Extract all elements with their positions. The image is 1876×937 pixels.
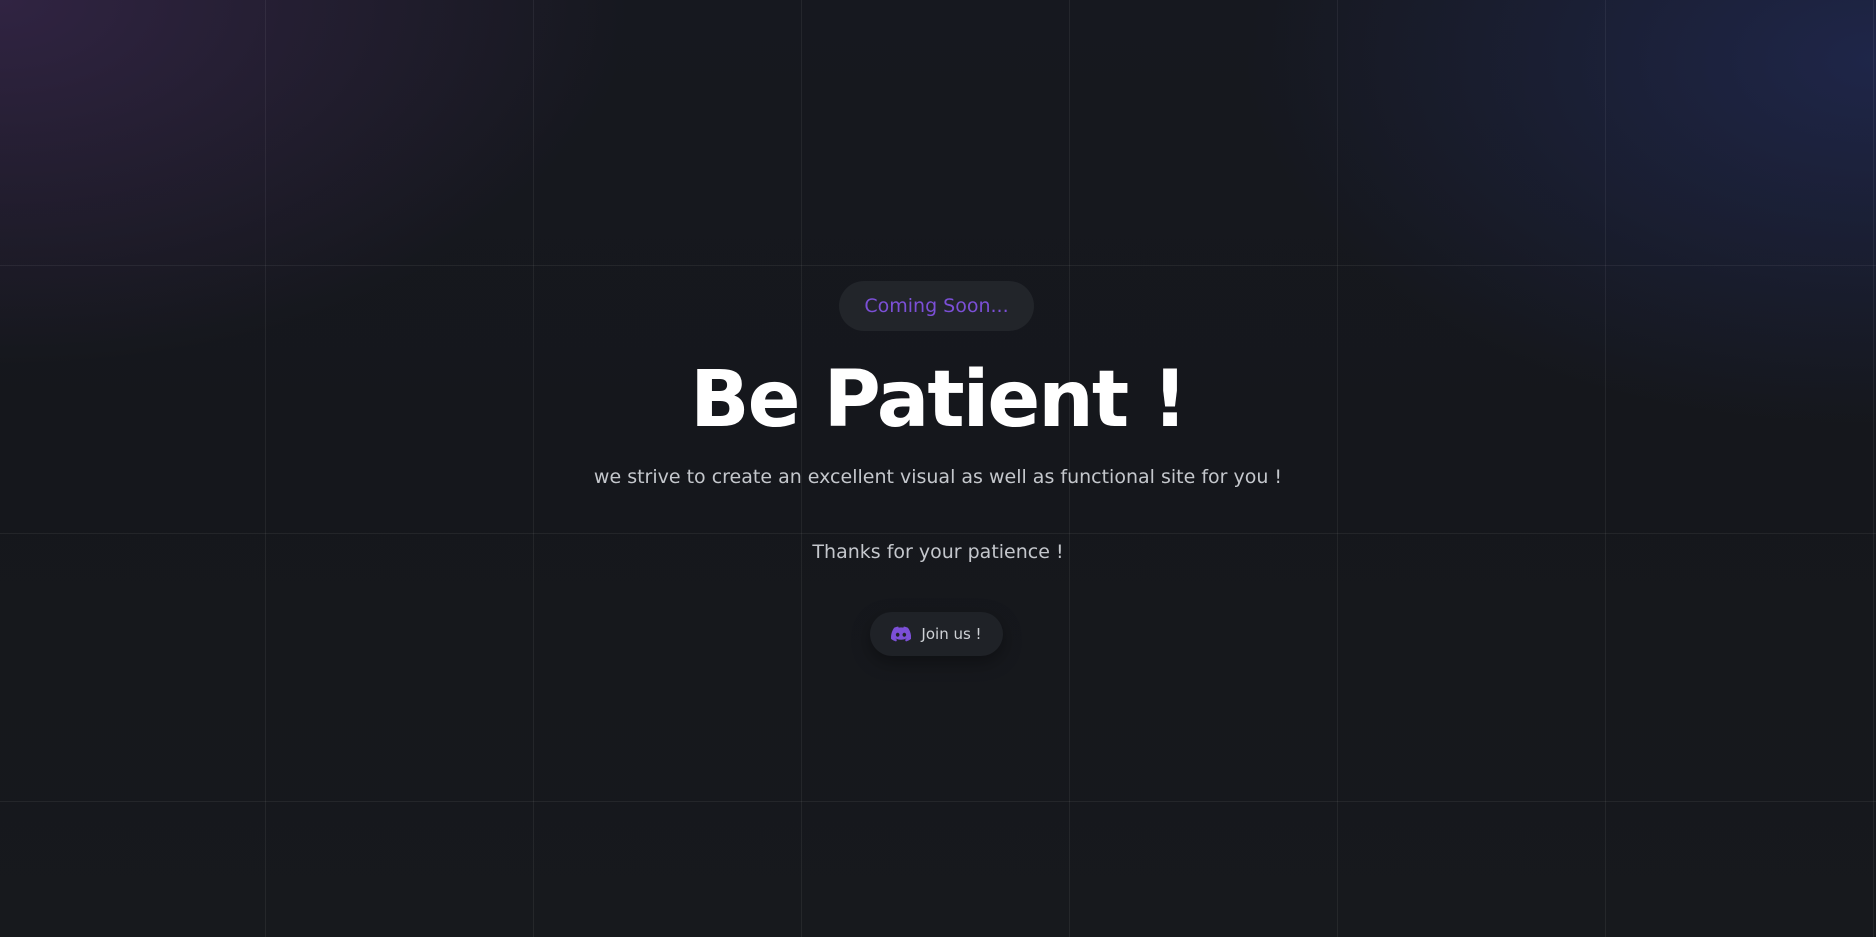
- coming-soon-section: Coming Soon... Be Patient ! we strive to…: [0, 0, 1876, 937]
- discord-icon: [891, 626, 912, 642]
- subtitle-text: we strive to create an excellent visual …: [593, 466, 1283, 488]
- join-us-label: Join us !: [921, 625, 982, 643]
- join-us-button[interactable]: Join us !: [870, 612, 1003, 656]
- coming-soon-badge: Coming Soon...: [839, 281, 1034, 331]
- thanks-text: Thanks for your patience !: [812, 541, 1064, 563]
- page-title: Be Patient !: [690, 355, 1188, 445]
